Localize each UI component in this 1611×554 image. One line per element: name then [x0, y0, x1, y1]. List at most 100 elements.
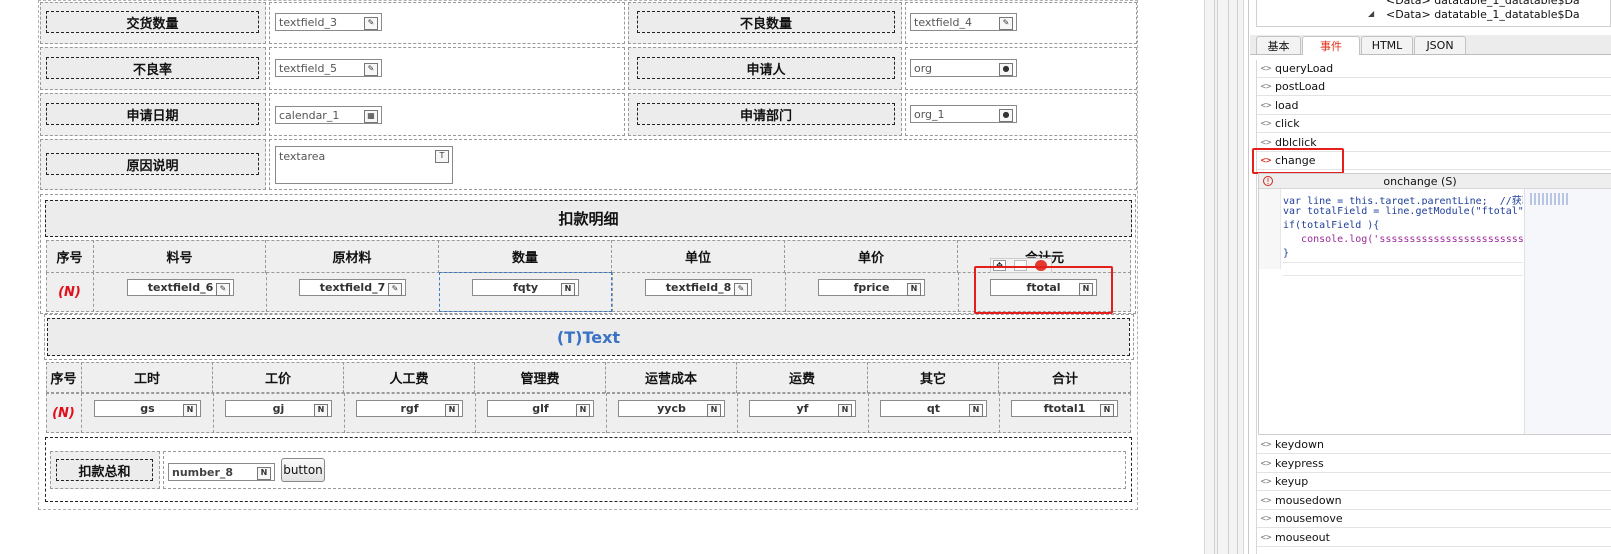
table2-header-total: 合计: [1051, 372, 1078, 387]
event-keyup[interactable]: <> keyup: [1257, 473, 1611, 491]
table2-col-sep: [737, 393, 738, 433]
qt-input[interactable]: qt N: [880, 400, 987, 417]
fprice-value: fprice: [853, 281, 890, 294]
ftotal-highlight-box: [974, 266, 1113, 314]
table2-col-sep: [344, 393, 345, 433]
event-postload[interactable]: <> postLoad: [1257, 78, 1611, 96]
table1-header-index: 序号: [46, 240, 94, 273]
event-queryload[interactable]: <> queryLoad: [1257, 60, 1611, 78]
edit-icon: ✎: [364, 17, 378, 30]
number-icon: N: [561, 283, 575, 296]
event-load[interactable]: <> load: [1257, 97, 1611, 115]
code-icon: <>: [1260, 63, 1272, 74]
event-keypress[interactable]: <> keypress: [1257, 455, 1611, 473]
event-mouseout[interactable]: <> mouseout: [1257, 529, 1611, 547]
textfield-7-value: textfield_7: [319, 281, 386, 294]
textfield-6-input[interactable]: textfield_6 ✎: [127, 279, 234, 296]
code-line-5: }: [1283, 248, 1290, 259]
calendar-icon: ▦: [364, 110, 378, 123]
table1-col-sep: [612, 272, 613, 312]
textfield-8-value: textfield_8: [665, 281, 732, 294]
editor-minimap: [1524, 189, 1611, 434]
number-8-value: number_8: [172, 465, 234, 479]
event-mousemove[interactable]: <> mousemove: [1257, 510, 1611, 528]
code-icon: <>: [1260, 100, 1272, 111]
label-apply-date: 申请日期: [46, 103, 259, 125]
code-line-4: console.log('ssssssssssssssssssssssss: [1283, 234, 1523, 245]
textarea-input[interactable]: textarea T: [275, 146, 453, 184]
textfield-3-input[interactable]: textfield_3 ✎: [275, 13, 382, 31]
tab-events[interactable]: 事件: [1302, 36, 1360, 55]
tab-json[interactable]: JSON: [1414, 36, 1466, 54]
event-keydown[interactable]: <> keydown: [1257, 436, 1611, 454]
org-1-input[interactable]: org_1 ●: [910, 105, 1017, 123]
label-reason: 原因说明: [46, 153, 259, 175]
textfield-4-input[interactable]: textfield_4 ✎: [910, 13, 1017, 31]
fqty-input[interactable]: fqty N: [472, 279, 579, 296]
error-icon: !: [1263, 176, 1273, 186]
code-icon: <>: [1260, 513, 1272, 524]
calendar-1-input[interactable]: calendar_1 ▦: [275, 106, 382, 124]
minimap-preview: [1530, 193, 1570, 205]
rgf-input[interactable]: rgf N: [356, 400, 463, 417]
glf-input[interactable]: glf N: [487, 400, 594, 417]
table2-header-freight: 运费: [737, 362, 868, 393]
expand-arrow-icon[interactable]: ◢: [1368, 9, 1378, 21]
table1-header-unit: 单位: [612, 240, 785, 273]
rgf-value: rgf: [400, 402, 419, 415]
tab-html[interactable]: HTML: [1361, 36, 1413, 54]
fprice-input[interactable]: fprice N: [818, 279, 925, 296]
org-input[interactable]: org ●: [910, 59, 1017, 77]
tree-node[interactable]: <Data> datatable_1_datatable$Da: [1386, 0, 1611, 8]
event-label: mousemove: [1275, 512, 1343, 525]
summary-button[interactable]: button: [281, 458, 325, 482]
code-icon: <>: [1260, 137, 1272, 148]
textfield-7-input[interactable]: textfield_7 ✎: [299, 279, 406, 296]
textfield-5-value: textfield_5: [279, 61, 337, 75]
code-line-3: if(totalField ){: [1283, 220, 1380, 231]
number-icon: N: [576, 404, 590, 417]
yf-input[interactable]: yf N: [749, 400, 856, 417]
text-block[interactable]: (T)Text: [47, 318, 1130, 356]
label-defect-qty: 不良数量: [637, 11, 895, 33]
gs-input[interactable]: gs N: [94, 400, 201, 417]
splitter-line: [1228, 0, 1238, 554]
org-value: org: [914, 61, 933, 75]
table2-col-sep: [999, 393, 1000, 433]
code-line-2: var totalField = line.getModule("ftotal"…: [1283, 206, 1523, 217]
code-icon: <>: [1260, 476, 1272, 487]
label-applicant: 申请人: [637, 57, 895, 79]
tree-node[interactable]: <Data> datatable_1_datatable$Da: [1386, 8, 1611, 22]
gj-value: gj: [272, 402, 285, 415]
event-label: keyup: [1275, 475, 1309, 488]
table2-col-sep: [475, 393, 476, 433]
yf-value: yf: [796, 402, 809, 415]
edit-icon: ✎: [388, 283, 402, 296]
event-label: queryLoad: [1275, 62, 1334, 75]
number-8-input[interactable]: number_8 N: [168, 463, 275, 481]
ftotal1-input[interactable]: ftotal1 N: [1011, 400, 1118, 417]
table2-header-ops: 运营成本: [606, 362, 737, 393]
event-label: postLoad: [1275, 80, 1326, 93]
number-icon: N: [907, 283, 921, 296]
calendar-1-value: calendar_1: [279, 108, 340, 122]
event-mousedown[interactable]: <> mousedown: [1257, 492, 1611, 510]
event-label: keypress: [1275, 457, 1324, 470]
gj-input[interactable]: gj N: [225, 400, 332, 417]
label-apply-dept: 申请部门: [637, 103, 895, 125]
code-icon: <>: [1260, 118, 1272, 129]
ftotal1-value: ftotal1: [1043, 402, 1086, 415]
textfield-8-input[interactable]: textfield_8 ✎: [645, 279, 752, 296]
table2-header-rate: 工价: [213, 362, 344, 393]
textfield-5-input[interactable]: textfield_5 ✎: [275, 59, 382, 77]
table2-header-other: 其它: [868, 362, 999, 393]
change-highlight-box: [1252, 148, 1344, 174]
textfield-6-value: textfield_6: [147, 281, 214, 294]
event-click[interactable]: <> click: [1257, 115, 1611, 133]
splitter-bar[interactable]: [1204, 0, 1244, 554]
yycb-input[interactable]: yycb N: [618, 400, 725, 417]
table2-header-mgmt: 管理费: [475, 362, 606, 393]
table2-header-labor: 人工费: [344, 362, 475, 393]
tab-basic[interactable]: 基本: [1256, 36, 1301, 54]
label-defect-rate: 不良率: [46, 57, 259, 79]
